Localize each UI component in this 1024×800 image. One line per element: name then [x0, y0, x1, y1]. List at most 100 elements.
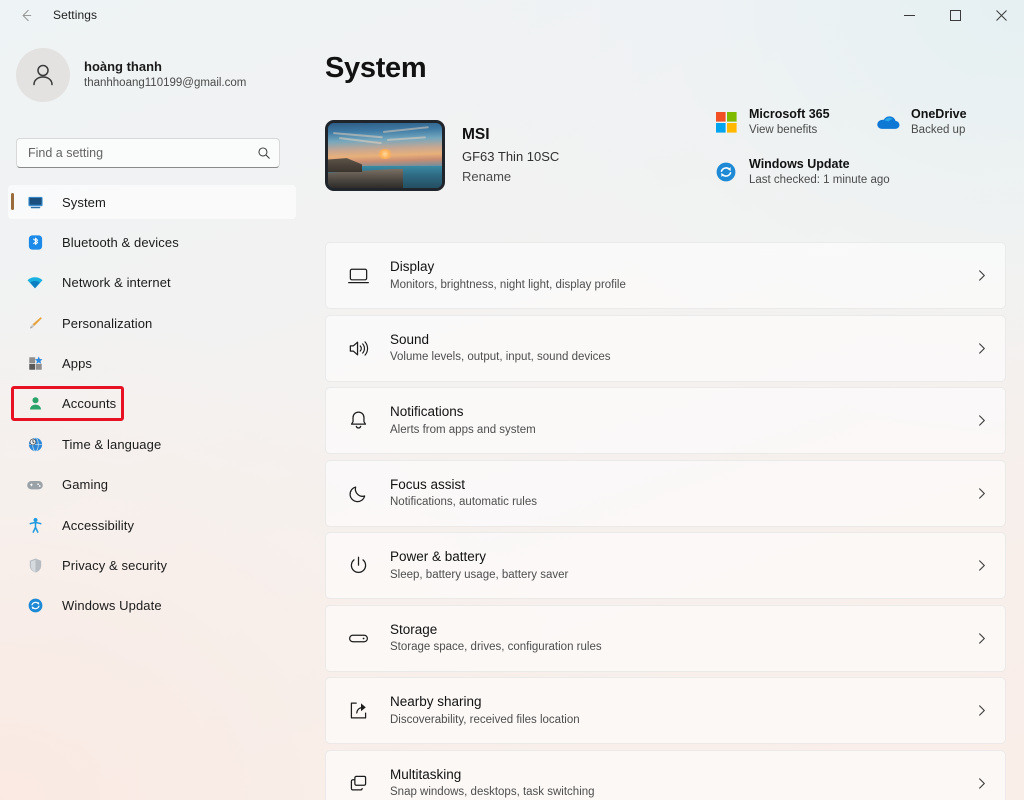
chevron-right-icon — [975, 342, 988, 355]
settings-row-title: Storage — [390, 621, 602, 639]
badge-onedrive[interactable]: OneDrive Backed up — [876, 106, 967, 138]
maximize-button[interactable] — [932, 0, 978, 30]
sidebar-item-label: Network & internet — [62, 275, 171, 290]
settings-row-text: Sound Volume levels, output, input, soun… — [390, 331, 611, 365]
chevron-right-icon — [975, 777, 988, 790]
settings-row-multitasking[interactable]: Multitasking Snap windows, desktops, tas… — [325, 750, 1006, 800]
paintbrush-glyph — [27, 315, 44, 332]
accessibility-icon — [24, 515, 46, 535]
navigation-list: System Bluetooth & devices — [8, 185, 296, 629]
microsoft-logo-glyph — [716, 112, 737, 133]
update-glyph — [27, 597, 44, 614]
settings-row-text: Display Monitors, brightness, night ligh… — [390, 258, 626, 292]
settings-rows: Display Monitors, brightness, night ligh… — [325, 242, 1006, 800]
sidebar-item-label: Gaming — [62, 477, 108, 492]
sidebar-item-privacy-security[interactable]: Privacy & security — [8, 549, 296, 583]
settings-window: Settings — [0, 0, 1024, 800]
sidebar-item-label: Accessibility — [62, 518, 134, 533]
settings-row-subtitle: Discoverability, received files location — [390, 713, 580, 728]
badge-title: OneDrive — [911, 106, 967, 123]
sidebar-item-apps[interactable]: Apps — [8, 347, 296, 381]
chevron-right-icon — [975, 487, 988, 500]
window-controls — [886, 0, 1024, 30]
settings-row-nearby-sharing[interactable]: Nearby sharing Discoverability, received… — [325, 677, 1006, 744]
windows-stack-glyph — [347, 772, 370, 795]
sidebar-item-label: Privacy & security — [62, 558, 167, 573]
search-button[interactable] — [249, 139, 279, 167]
badge-text: Microsoft 365 View benefits — [749, 106, 830, 138]
settings-row-title: Power & battery — [390, 548, 568, 566]
chevron-right-icon — [975, 632, 988, 645]
settings-row-subtitle: Monitors, brightness, night light, displ… — [390, 278, 626, 293]
settings-row-notifications[interactable]: Notifications Alerts from apps and syste… — [325, 387, 1006, 454]
badge-subtitle: View benefits — [749, 123, 830, 139]
apps-glyph — [27, 355, 44, 372]
settings-row-focus-assist[interactable]: Focus assist Notifications, automatic ru… — [325, 460, 1006, 527]
drive-glyph — [347, 627, 370, 650]
settings-row-subtitle: Volume levels, output, input, sound devi… — [390, 350, 611, 365]
search-box[interactable] — [16, 138, 280, 168]
minimize-icon — [904, 10, 915, 21]
onedrive-cloud-glyph — [876, 113, 900, 131]
search-input[interactable] — [17, 139, 249, 167]
minimize-button[interactable] — [886, 0, 932, 30]
settings-row-power-battery[interactable]: Power & battery Sleep, battery usage, ba… — [325, 532, 1006, 599]
badge-windows-update[interactable]: Windows Update Last checked: 1 minute ag… — [714, 156, 890, 188]
user-profile[interactable]: hoàng thanh thanhhoang110199@gmail.com — [16, 48, 296, 102]
settings-row-text: Multitasking Snap windows, desktops, tas… — [390, 766, 595, 800]
wifi-glyph — [26, 274, 44, 292]
monitor-outline-icon — [343, 261, 373, 291]
badge-microsoft-365[interactable]: Microsoft 365 View benefits — [714, 106, 830, 138]
avatar — [16, 48, 70, 102]
sidebar-item-label: Time & language — [62, 437, 161, 452]
settings-row-text: Nearby sharing Discoverability, received… — [390, 693, 580, 727]
moon-glyph — [347, 482, 370, 505]
sidebar-item-label: Apps — [62, 356, 92, 371]
settings-row-text: Notifications Alerts from apps and syste… — [390, 403, 536, 437]
badge-title: Microsoft 365 — [749, 106, 830, 123]
settings-row-sound[interactable]: Sound Volume levels, output, input, soun… — [325, 315, 1006, 382]
shield-icon — [24, 556, 46, 576]
bluetooth-glyph — [27, 234, 44, 251]
sidebar-item-bluetooth-devices[interactable]: Bluetooth & devices — [8, 225, 296, 259]
main-content: System MSI GF63 Thin 10SC Rename — [312, 30, 1024, 800]
sidebar-item-label: Accounts — [62, 396, 116, 411]
settings-row-text: Storage Storage space, drives, configura… — [390, 621, 602, 655]
settings-row-subtitle: Storage space, drives, configuration rul… — [390, 640, 602, 655]
moon-icon — [343, 478, 373, 508]
drive-icon — [343, 623, 373, 653]
person-glyph — [27, 395, 44, 412]
monitor-glyph — [27, 194, 44, 211]
back-button[interactable] — [11, 3, 41, 27]
sidebar-item-label: Bluetooth & devices — [62, 235, 179, 250]
badge-title: Windows Update — [749, 156, 890, 173]
sidebar-item-windows-update[interactable]: Windows Update — [8, 589, 296, 623]
settings-row-subtitle: Sleep, battery usage, battery saver — [390, 568, 568, 583]
share-icon — [343, 696, 373, 726]
gamepad-glyph — [26, 476, 44, 494]
chevron-right-icon — [975, 269, 988, 282]
onedrive-cloud-icon — [876, 110, 900, 134]
settings-row-display[interactable]: Display Monitors, brightness, night ligh… — [325, 242, 1006, 309]
sidebar-item-system[interactable]: System — [8, 185, 296, 219]
sidebar-item-label: Personalization — [62, 316, 152, 331]
settings-row-storage[interactable]: Storage Storage space, drives, configura… — [325, 605, 1006, 672]
gamepad-icon — [24, 475, 46, 495]
sidebar-item-gaming[interactable]: Gaming — [8, 468, 296, 502]
sidebar-item-accessibility[interactable]: Accessibility — [8, 508, 296, 542]
windows-stack-icon — [343, 768, 373, 798]
sidebar-item-time-language[interactable]: Time & language — [8, 427, 296, 461]
settings-row-title: Notifications — [390, 403, 536, 421]
sidebar-item-personalization[interactable]: Personalization — [8, 306, 296, 340]
close-button[interactable] — [978, 0, 1024, 30]
settings-row-title: Display — [390, 258, 626, 276]
maximize-icon — [950, 10, 961, 21]
sidebar-item-accounts[interactable]: Accounts — [8, 387, 296, 421]
device-summary: MSI GF63 Thin 10SC Rename — [325, 120, 559, 191]
share-glyph — [347, 699, 370, 722]
sidebar-item-network-internet[interactable]: Network & internet — [8, 266, 296, 300]
rename-link[interactable]: Rename — [462, 168, 559, 187]
settings-row-text: Focus assist Notifications, automatic ru… — [390, 476, 537, 510]
device-info: MSI GF63 Thin 10SC Rename — [462, 124, 559, 186]
power-glyph — [347, 554, 370, 577]
